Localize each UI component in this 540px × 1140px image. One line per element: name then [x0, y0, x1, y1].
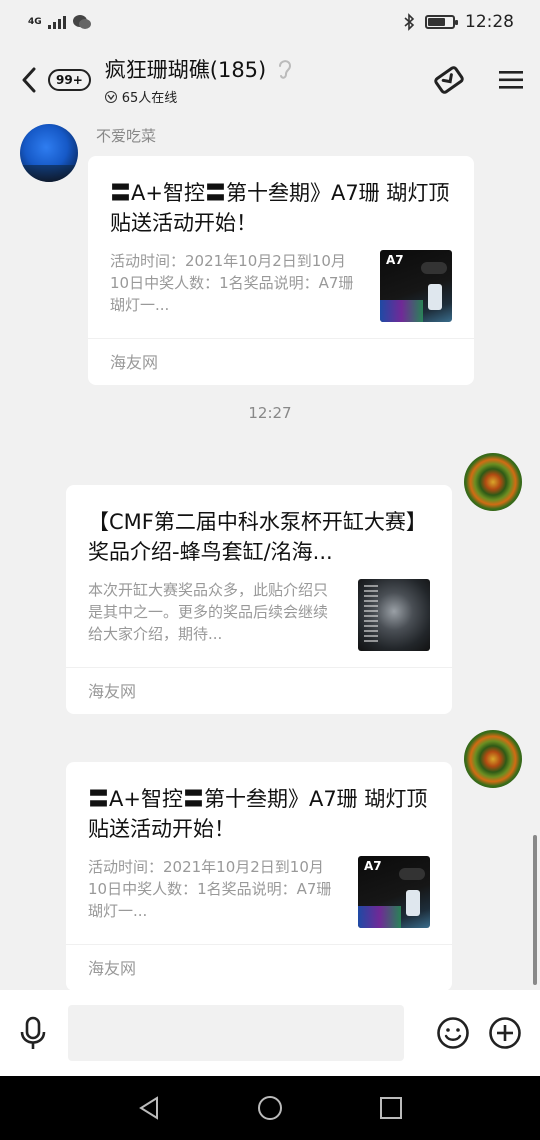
card-thumbnail	[358, 579, 430, 651]
card-title: 〓A+智控〓第十叁期》A7珊 瑚灯顶贴送活动开始！	[110, 181, 450, 235]
live-activity-icon[interactable]	[432, 63, 466, 97]
sender-name: 不爱吃菜	[96, 127, 157, 145]
signal-icon	[47, 15, 66, 29]
microphone-icon[interactable]	[18, 1016, 48, 1050]
group-title[interactable]: 疯狂珊瑚礁(185)	[105, 54, 266, 84]
card-title: 〓A+智控〓第十叁期》A7珊 瑚灯顶贴送活动开始！	[88, 787, 428, 841]
card-title: 【CMF第二届中科水泵杯开缸大赛】奖品介绍-蜂鸟套缸/洺海...	[88, 510, 427, 564]
timestamp: 12:27	[248, 404, 292, 422]
avatar[interactable]	[20, 124, 78, 182]
system-nav-bar	[0, 1076, 540, 1140]
avatar[interactable]	[464, 730, 522, 788]
clock: 12:28	[465, 12, 514, 32]
emoji-icon[interactable]	[436, 1016, 470, 1050]
card-source: 海友网	[66, 667, 452, 714]
menu-icon[interactable]	[498, 69, 524, 91]
card-description: 本次开缸大赛奖品众多，此贴介绍只是其中之一。更多的奖品后续会继续给大家介绍，期待…	[88, 581, 329, 643]
card-source: 海友网	[88, 338, 474, 385]
link-card[interactable]: 〓A+智控〓第十叁期》A7珊 瑚灯顶贴送活动开始！ 活动时间：2021年10月2…	[66, 762, 452, 991]
avatar[interactable]	[464, 453, 522, 511]
card-source: 海友网	[66, 944, 452, 991]
message-input[interactable]	[68, 1005, 404, 1061]
card-description: 活动时间：2021年10月2日到10月10日中奖人数：1名奖品说明：A7珊瑚灯一…	[110, 252, 354, 314]
card-description: 活动时间：2021年10月2日到10月10日中奖人数：1名奖品说明：A7珊瑚灯一…	[88, 858, 332, 920]
plus-icon[interactable]	[488, 1016, 522, 1050]
link-card[interactable]: 〓A+智控〓第十叁期》A7珊 瑚灯顶贴送活动开始！ 活动时间：2021年10月2…	[88, 156, 474, 385]
online-icon	[104, 90, 117, 103]
unread-badge[interactable]: 99+	[48, 69, 91, 91]
status-bar: 4G 12:28	[0, 0, 540, 44]
nav-back-icon[interactable]	[137, 1095, 161, 1121]
nav-recents-icon[interactable]	[379, 1096, 403, 1120]
battery-icon	[425, 15, 458, 29]
wechat-icon	[72, 15, 91, 29]
card-thumbnail: A7	[380, 250, 452, 322]
input-bar	[0, 990, 540, 1076]
network-type: 4G	[28, 16, 42, 27]
back-button[interactable]	[16, 62, 42, 98]
thumbnail-label: A7	[364, 859, 382, 873]
scrollbar[interactable]	[533, 835, 537, 985]
nav-home-icon[interactable]	[256, 1094, 284, 1122]
bluetooth-icon	[404, 13, 415, 31]
online-count: 65人在线	[121, 91, 178, 106]
link-card[interactable]: 【CMF第二届中科水泵杯开缸大赛】奖品介绍-蜂鸟套缸/洺海... 本次开缸大赛奖…	[66, 485, 452, 714]
chat-header: 99+ 疯狂珊瑚礁(185) 65人在线	[0, 44, 540, 116]
card-thumbnail: A7	[358, 856, 430, 928]
thumbnail-label: A7	[386, 253, 404, 267]
chevron-left-icon	[22, 67, 36, 93]
ear-icon[interactable]	[276, 57, 294, 81]
